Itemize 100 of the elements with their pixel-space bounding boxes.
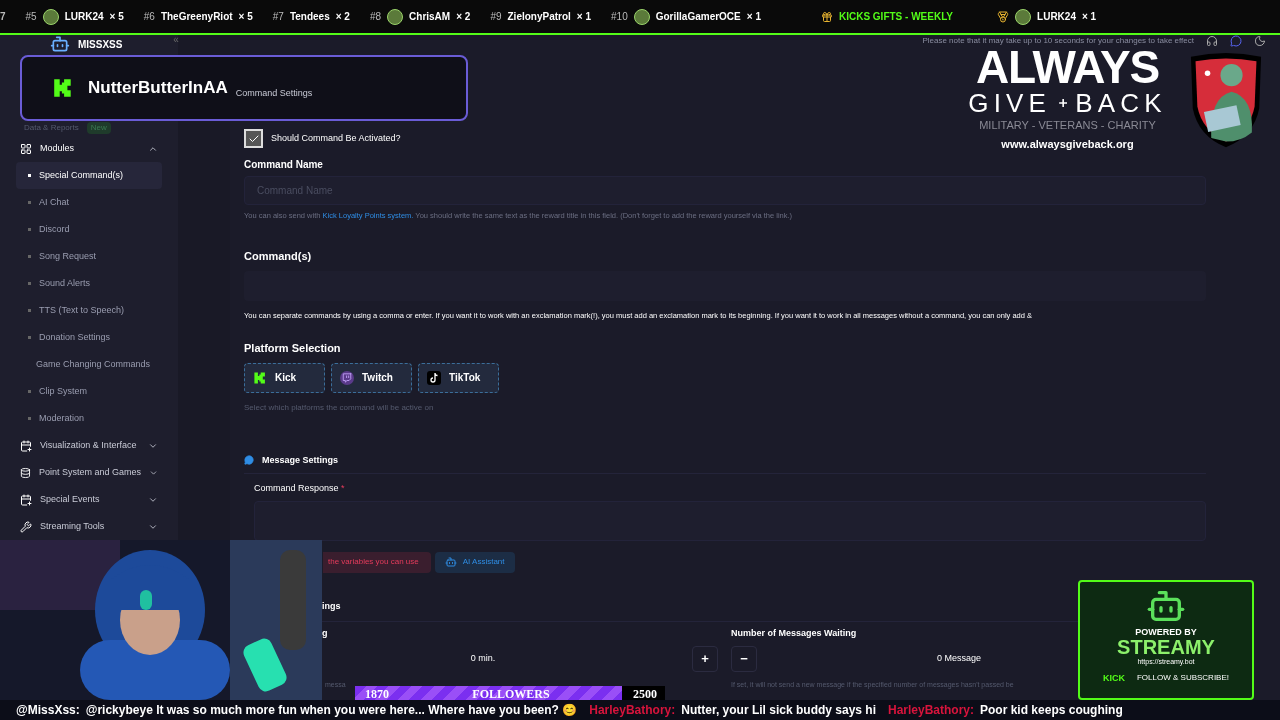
sidebar-subitem[interactable]: Discord xyxy=(16,216,162,243)
field-label: Command Name xyxy=(244,158,324,172)
ticker-count: × 1 xyxy=(1081,10,1097,24)
stepper-value: 0 min. xyxy=(469,651,497,665)
sidebar-group[interactable]: Streaming Tools xyxy=(0,513,178,540)
platform-button[interactable]: Twitch xyxy=(331,362,412,393)
bullet-icon xyxy=(28,174,31,177)
sidebar-group[interactable]: Visualization & Interface xyxy=(0,432,178,459)
goal-current: 1870 xyxy=(365,686,389,701)
sidebar-subitem[interactable]: Donation Settings xyxy=(16,324,162,351)
ticker-name: ChrisAM xyxy=(409,10,451,24)
sidebar-group[interactable]: Modules xyxy=(0,135,178,162)
section-heading: Command(s) xyxy=(244,249,313,265)
platform-button[interactable]: TikTok xyxy=(418,362,499,393)
avatar-icon xyxy=(1015,8,1032,25)
breadcrumb: Command Settings xyxy=(235,87,313,101)
sidebar-subitem[interactable]: AI Chat xyxy=(16,189,162,216)
sidebar-subitem[interactable]: TTS (Text to Speech) xyxy=(16,297,162,324)
field-label: Number of Messages Waiting xyxy=(731,627,857,640)
ticker-count: × 1 xyxy=(746,10,761,24)
section-heading: Message Settings xyxy=(262,453,339,467)
ticker-rank: #6 xyxy=(143,10,155,24)
logo-tagline: MILITARY - VETERANS - CHARITY xyxy=(979,118,1156,133)
group-icon xyxy=(20,466,31,479)
ticker-count: × 5 xyxy=(238,10,253,24)
chat-user: HarleyBathory: xyxy=(589,702,676,719)
streamy-title: STREAMY xyxy=(1117,637,1215,657)
chat-message: Nutter, your Lil sick buddy says hi xyxy=(681,702,876,719)
field-label: g xyxy=(322,627,328,640)
ticker-name: Tendees xyxy=(289,10,330,24)
streamy-powered: POWERED BY xyxy=(1135,628,1197,637)
brand-name: MISSXSS xyxy=(78,37,123,52)
response-field[interactable] xyxy=(254,500,1206,541)
ticker-count: × 5 xyxy=(109,10,124,24)
variables-button[interactable]: the variables you can use xyxy=(323,551,431,573)
mascot-icon xyxy=(50,34,70,54)
sidebar-subitem[interactable]: Sound Alerts xyxy=(16,270,162,297)
ticker-name: TheGreenyRiot xyxy=(160,10,233,24)
sidebar-subitem[interactable]: Special Command(s) xyxy=(16,162,162,189)
activate-checkbox[interactable] xyxy=(244,129,263,148)
ticker-count: × 2 xyxy=(335,10,350,24)
sidebar-group[interactable]: Special Events xyxy=(0,486,178,513)
sidebar-subitem[interactable]: Song Request xyxy=(16,243,162,270)
ai-assistant-button[interactable]: AI Assistant xyxy=(434,551,515,573)
minus-button[interactable]: − xyxy=(731,645,757,672)
section-heading: Platform Selection xyxy=(244,341,342,356)
kick-label: KICK xyxy=(1103,671,1125,685)
ticker-name: ZielonyPatrol xyxy=(507,10,571,24)
group-icon xyxy=(20,142,32,155)
bullet-icon xyxy=(28,255,31,258)
sidebar-subitem[interactable]: Clip System xyxy=(16,378,162,405)
bullet-icon xyxy=(28,201,31,204)
kick-icon xyxy=(253,370,267,385)
logo-title: ALWAYS xyxy=(975,45,1160,89)
chat-icon[interactable] xyxy=(1230,35,1242,47)
chat-message: @rickybeye It was so much more fun when you were here... Where have you been? 😊 xyxy=(85,702,578,719)
ticker-rank: #8 xyxy=(369,10,382,24)
chat-message: Poor kid keeps coughing xyxy=(980,702,1123,719)
headset-icon[interactable] xyxy=(1206,35,1218,47)
ticker-name: GorillaGamerOCE xyxy=(655,10,741,24)
logo-url: www.alwaysgiveback.org xyxy=(1001,136,1134,152)
ticker-rank: #10 xyxy=(611,10,628,24)
medal-icon xyxy=(997,10,1010,23)
ticker-rank: #5 xyxy=(25,10,37,24)
section-heading: ings xyxy=(322,599,341,613)
bullet-icon xyxy=(28,282,31,285)
ticker-rank: #7 xyxy=(272,10,284,24)
sidebar-subitem[interactable]: Moderation xyxy=(16,405,162,432)
bullet-icon xyxy=(28,336,31,339)
overlay-username: NutterButterInAA xyxy=(88,77,228,100)
moon-icon[interactable] xyxy=(1254,35,1266,47)
tiktok-icon xyxy=(427,370,441,385)
sidebar-group[interactable]: Point System and Games xyxy=(0,459,178,486)
plus-button[interactable]: + xyxy=(692,645,718,672)
follow-text: FOLLOW & SUBSCRIBE! xyxy=(1137,672,1229,685)
logo-subtitle: BACK xyxy=(1075,89,1167,117)
gift-icon xyxy=(820,10,833,23)
twitch-icon xyxy=(340,370,354,385)
kick-icon xyxy=(52,77,74,99)
group-icon xyxy=(20,493,32,506)
bullet-icon xyxy=(28,390,31,393)
gifts-title: KICKS GIFTS - WEEKLY xyxy=(838,10,954,24)
platform-button[interactable]: Kick xyxy=(244,362,325,393)
ticker-count: × 1 xyxy=(576,10,592,24)
ticker-rank: #9 xyxy=(490,10,502,24)
chat-user: HarleyBathory: xyxy=(888,702,975,719)
robot-icon xyxy=(444,556,457,568)
sidebar-subitem[interactable]: Game Changing Commands xyxy=(16,351,162,378)
goal-target: 2500 xyxy=(633,686,657,701)
ticker-rank: 7 xyxy=(0,10,6,24)
field-label: Command Response * xyxy=(254,482,346,495)
ticker-count: × 2 xyxy=(456,10,471,24)
logo-subtitle: GIVE xyxy=(968,89,1052,117)
stepper-value: 0 Message xyxy=(937,651,982,665)
group-icon xyxy=(20,439,32,452)
bullet-icon xyxy=(28,417,31,420)
ticker-name: LURK24 xyxy=(1037,10,1076,24)
notice-text: Please note that it may take up to 10 seconds for your changes to take effect xyxy=(922,35,1194,47)
checkbox-label: Should Command Be Activated? xyxy=(271,131,401,145)
message-icon xyxy=(244,455,254,466)
